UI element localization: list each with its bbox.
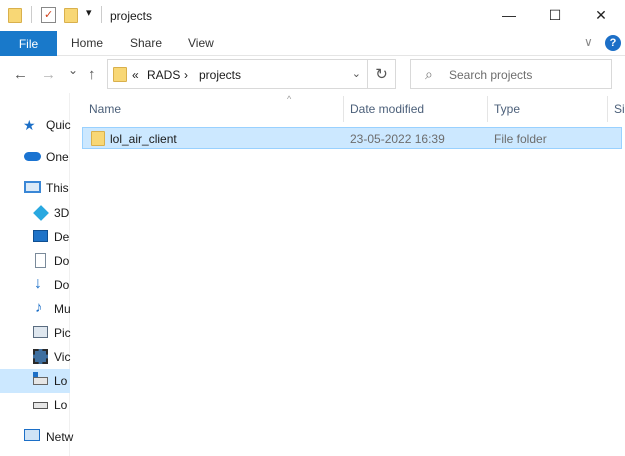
- column-header-size[interactable]: Si: [614, 96, 625, 122]
- title-bar: ✓ ▾ projects — ☐ ✕: [0, 0, 625, 32]
- navigation-bar: ← → ⌄ ↑ « RADS › projects ⌄ ↻ ⌕: [0, 57, 625, 93]
- sort-ascending-icon: ^: [287, 94, 292, 104]
- ribbon-tabs: File Home Share View ∨ ?: [0, 31, 625, 56]
- window-title: projects: [110, 9, 153, 23]
- sidebar-item-label: This: [46, 181, 69, 195]
- file-date-modified: 23-05-2022 16:39: [350, 132, 445, 146]
- sidebar-item-label: Mu: [54, 302, 71, 316]
- quick-access-star-icon: ★: [23, 117, 36, 133]
- videos-icon: [33, 349, 48, 364]
- search-box[interactable]: ⌕: [410, 59, 612, 89]
- sidebar-item-network[interactable]: Netw: [0, 425, 74, 449]
- column-divider[interactable]: [607, 96, 608, 122]
- maximize-button[interactable]: ☐: [532, 0, 578, 30]
- sidebar-item-desktop[interactable]: De: [0, 225, 70, 249]
- music-icon: ♪: [35, 299, 43, 316]
- tab-file[interactable]: File: [0, 31, 57, 56]
- table-row[interactable]: lol_air_client 23-05-2022 16:39 File fol…: [82, 127, 622, 149]
- desktop-icon: [33, 230, 48, 242]
- help-icon[interactable]: ?: [605, 35, 621, 51]
- tab-home[interactable]: Home: [71, 36, 103, 50]
- sidebar-item-label: Pic: [54, 326, 71, 340]
- breadcrumb-rads[interactable]: RADS: [147, 68, 180, 82]
- sidebar-item-label: Vic: [54, 350, 71, 364]
- onedrive-cloud-icon: [24, 152, 41, 161]
- sidebar-item-label: One: [46, 150, 69, 164]
- up-button[interactable]: ↑: [88, 66, 96, 83]
- local-disk-icon: [33, 402, 48, 409]
- sidebar-item-label: Do: [54, 278, 70, 292]
- sidebar-item-downloads[interactable]: ↓ Do: [0, 273, 70, 297]
- search-icon: ⌕: [425, 66, 433, 82]
- toolbar-divider: [31, 6, 32, 23]
- toolbar-divider: [101, 6, 102, 23]
- minimize-button[interactable]: —: [486, 0, 532, 30]
- sidebar-item-music[interactable]: ♪ Mu: [0, 297, 71, 321]
- sidebar-item-this-pc[interactable]: This: [0, 176, 70, 200]
- recent-locations-button[interactable]: ⌄: [68, 63, 78, 77]
- column-header-date-modified[interactable]: Date modified: [350, 96, 424, 122]
- this-pc-icon: [24, 181, 41, 193]
- folder-icon: [91, 131, 105, 146]
- network-icon: [24, 429, 40, 441]
- search-input[interactable]: [449, 66, 604, 84]
- back-button[interactable]: ←: [13, 66, 28, 83]
- local-disk-windows-icon: [33, 372, 48, 385]
- sidebar-item-onedrive[interactable]: One: [0, 145, 70, 169]
- new-folder-icon[interactable]: [64, 8, 78, 23]
- column-headers: ^ Name Date modified Type Si: [80, 94, 625, 122]
- tab-view[interactable]: View: [188, 36, 214, 50]
- column-header-name[interactable]: Name: [89, 96, 121, 122]
- expand-ribbon-icon[interactable]: ∨: [584, 35, 593, 49]
- sidebar-item-local-disk-c[interactable]: Lo: [0, 369, 70, 393]
- sidebar-item-local-disk[interactable]: Lo: [0, 393, 70, 417]
- address-dropdown-icon[interactable]: ⌄: [352, 67, 361, 80]
- forward-button[interactable]: →: [41, 66, 56, 83]
- close-button[interactable]: ✕: [578, 0, 624, 30]
- documents-icon: [35, 253, 46, 268]
- sidebar-item-label: Do: [54, 254, 70, 268]
- properties-icon[interactable]: ✓: [41, 7, 56, 23]
- file-name[interactable]: lol_air_client: [110, 132, 177, 146]
- pictures-icon: [33, 326, 48, 338]
- folder-icon: [8, 8, 22, 23]
- customize-dropdown-icon[interactable]: ▾: [86, 6, 92, 19]
- sidebar-item-videos[interactable]: Vic: [0, 345, 70, 369]
- navigation-pane: ★ Quic One This 3D De Do ↓ Do ♪ Mu Pic V…: [0, 93, 74, 456]
- sidebar-item-label: Quic: [46, 118, 71, 132]
- breadcrumb-separator[interactable]: ›: [184, 68, 188, 82]
- 3d-objects-icon: [33, 205, 49, 221]
- refresh-button[interactable]: ↻: [368, 59, 396, 89]
- address-bar[interactable]: « RADS › projects ⌄: [107, 59, 368, 89]
- sidebar-item-3d-objects[interactable]: 3D: [0, 201, 70, 225]
- sidebar-item-label: 3D: [54, 206, 70, 220]
- column-divider[interactable]: [343, 96, 344, 122]
- folder-icon: [113, 67, 127, 82]
- file-type: File folder: [494, 132, 547, 146]
- breadcrumb-overflow[interactable]: «: [132, 68, 139, 82]
- sidebar-item-label: Netw: [46, 430, 74, 444]
- tab-share[interactable]: Share: [130, 36, 162, 50]
- sidebar-item-label: Lo: [54, 374, 68, 388]
- sidebar-item-pictures[interactable]: Pic: [0, 321, 71, 345]
- column-divider[interactable]: [487, 96, 488, 122]
- sidebar-item-label: De: [54, 230, 70, 244]
- breadcrumb-projects[interactable]: projects: [199, 68, 241, 82]
- sidebar-item-label: Lo: [54, 398, 68, 412]
- column-header-type[interactable]: Type: [494, 96, 520, 122]
- downloads-icon: ↓: [34, 275, 42, 292]
- sidebar-item-quick-access[interactable]: ★ Quic: [0, 113, 71, 137]
- sidebar-item-documents[interactable]: Do: [0, 249, 70, 273]
